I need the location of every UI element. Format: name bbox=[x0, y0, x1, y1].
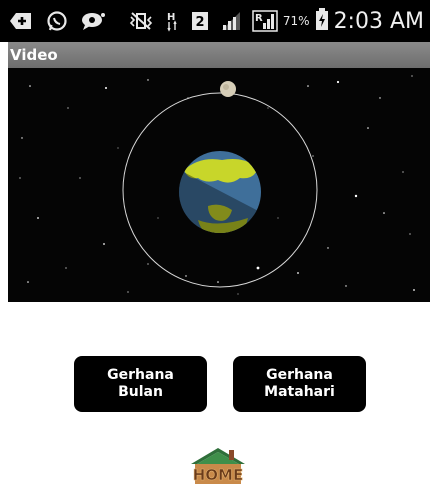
moon-crater bbox=[223, 84, 229, 90]
battery-percent: 71% bbox=[282, 14, 310, 28]
gerhana-bulan-button[interactable]: Gerhana Bulan bbox=[74, 356, 207, 412]
button-label-line2: Bulan bbox=[118, 384, 163, 400]
svg-text:HOME: HOME bbox=[193, 466, 243, 484]
add-icon bbox=[8, 10, 34, 32]
button-label-line1: Gerhana bbox=[107, 367, 174, 383]
clock: 2:03 AM bbox=[333, 8, 424, 34]
home-button[interactable]: HOME bbox=[189, 444, 247, 486]
status-bar: H 2 R 71% 2:03 AM bbox=[0, 0, 430, 42]
earth-moon-orbit-animation bbox=[8, 68, 430, 302]
svg-text:H: H bbox=[167, 12, 175, 23]
page-title: Video bbox=[10, 46, 58, 64]
svg-text:2: 2 bbox=[196, 15, 205, 30]
battery-charging-icon bbox=[315, 8, 328, 34]
svg-text:R: R bbox=[255, 13, 263, 24]
button-label-line2: Matahari bbox=[264, 384, 335, 400]
h-network-icon: H bbox=[164, 10, 180, 32]
home-house-icon: HOME bbox=[191, 448, 245, 484]
gerhana-matahari-button[interactable]: Gerhana Matahari bbox=[233, 356, 366, 412]
title-bar: Video bbox=[8, 42, 430, 68]
sim-2-icon: 2 bbox=[190, 10, 210, 32]
signal-icon bbox=[220, 10, 242, 32]
button-label-line1: Gerhana bbox=[266, 367, 333, 383]
vibrate-off-icon bbox=[128, 10, 154, 32]
video-player[interactable] bbox=[8, 68, 430, 302]
signal-roaming-icon: R bbox=[252, 10, 278, 32]
whatsapp-icon bbox=[44, 10, 70, 32]
chat-bubble-icon bbox=[80, 10, 106, 32]
